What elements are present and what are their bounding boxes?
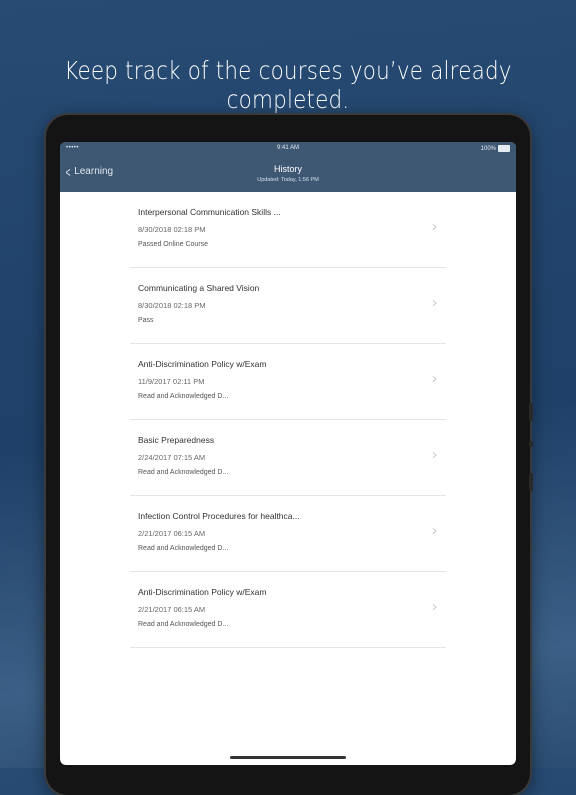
course-status: Read and Acknowledged D... xyxy=(138,545,229,552)
status-bar: ••••• 9:41 AM 100% xyxy=(60,142,516,156)
chevron-right-icon: > xyxy=(432,296,437,310)
navigation-bar: < Learning History Updated: Today, 1:56 … xyxy=(60,156,516,192)
battery-label: 100% xyxy=(480,146,496,153)
chevron-right-icon: > xyxy=(432,600,437,614)
chevron-right-icon: > xyxy=(432,372,437,386)
course-date: 11/9/2017 02:11 PM xyxy=(138,377,205,386)
course-date: 2/21/2017 06:15 AM xyxy=(138,529,206,538)
course-title: Interpersonal Communication Skills ... xyxy=(138,207,281,217)
headline: Keep track of the courses you’ve already… xyxy=(64,56,512,114)
course-date: 8/30/2018 02:18 PM xyxy=(138,225,206,234)
history-row[interactable]: Infection Control Procedures for healthc… xyxy=(130,496,446,572)
status-time: 9:41 AM xyxy=(276,145,299,151)
course-title: Anti-Discrimination Policy w/Exam xyxy=(138,587,267,597)
course-status: Read and Acknowledged D... xyxy=(138,621,229,628)
history-list: Interpersonal Communication Skills ... 8… xyxy=(130,192,446,648)
history-row[interactable]: Anti-Discrimination Policy w/Exam 2/21/2… xyxy=(130,572,446,648)
course-title: Basic Preparedness xyxy=(138,435,215,445)
course-status: Pass xyxy=(138,317,154,324)
updated-timestamp: Updated: Today, 1:56 PM xyxy=(257,177,319,183)
course-date: 2/24/2017 07:15 AM xyxy=(138,453,206,462)
side-button-lower xyxy=(529,473,533,491)
history-row[interactable]: Communicating a Shared Vision 8/30/2018 … xyxy=(130,268,446,344)
battery-icon xyxy=(498,145,510,152)
home-indicator[interactable] xyxy=(230,756,346,759)
chevron-right-icon: > xyxy=(432,220,437,234)
course-date: 8/30/2018 02:18 PM xyxy=(138,301,206,310)
course-date: 2/21/2017 06:15 AM xyxy=(138,605,206,614)
history-row[interactable]: Anti-Discrimination Policy w/Exam 11/9/2… xyxy=(130,344,446,420)
side-button xyxy=(529,403,533,421)
course-title: Anti-Discrimination Policy w/Exam xyxy=(138,359,267,369)
chevron-right-icon: > xyxy=(432,524,437,538)
side-sensor xyxy=(529,441,533,447)
course-title: Infection Control Procedures for healthc… xyxy=(138,511,300,521)
battery-status: 100% xyxy=(481,145,510,152)
page-title: History xyxy=(273,164,302,174)
tablet-frame: ••••• 9:41 AM 100% < Learning History Up… xyxy=(46,115,533,795)
chevron-right-icon: > xyxy=(432,448,437,462)
course-status: Passed Online Course xyxy=(138,241,209,248)
course-status: Read and Acknowledged D... xyxy=(138,393,229,400)
screen: ••••• 9:41 AM 100% < Learning History Up… xyxy=(60,142,516,765)
course-title: Communicating a Shared Vision xyxy=(138,283,260,293)
history-row[interactable]: Basic Preparedness 2/24/2017 07:15 AM Re… xyxy=(130,420,446,496)
history-row[interactable]: Interpersonal Communication Skills ... 8… xyxy=(130,192,446,268)
course-status: Read and Acknowledged D... xyxy=(138,469,229,476)
